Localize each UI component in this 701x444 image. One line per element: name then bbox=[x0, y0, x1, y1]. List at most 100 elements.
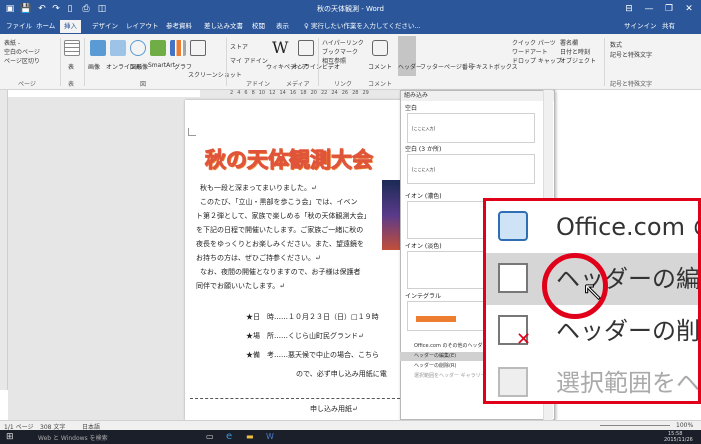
wordart-button[interactable]: ワードアート bbox=[512, 47, 548, 56]
tell-me-input[interactable]: ♀ 実行したい作業を入力してください... bbox=[300, 20, 425, 33]
wikipedia-icon: W bbox=[272, 38, 289, 57]
date-time-button[interactable]: 日付と時刻 bbox=[560, 47, 590, 56]
body-line: 秋も一段と深まってまいりました。↵ bbox=[200, 184, 317, 192]
thumb-text: [ここに入力] bbox=[412, 126, 436, 131]
ruler-number: 6 bbox=[244, 90, 248, 96]
night-sky-image bbox=[382, 180, 402, 250]
signature-line-button[interactable]: 署名欄 bbox=[560, 38, 578, 47]
edge-icon[interactable]: e bbox=[226, 431, 232, 442]
tab-view[interactable]: 表示 bbox=[272, 20, 293, 33]
tab-home[interactable]: ホーム bbox=[32, 20, 59, 33]
hyperlink-button[interactable]: ハイパーリンク bbox=[322, 38, 364, 47]
minimize-button[interactable]: — bbox=[640, 3, 658, 15]
bookmark-button[interactable]: ブックマーク bbox=[322, 47, 358, 56]
task-view-icon[interactable]: ▭ bbox=[206, 432, 214, 441]
windows-start-icon[interactable]: ⊞ bbox=[6, 432, 14, 442]
table-button[interactable]: 表 bbox=[68, 62, 74, 71]
cover-page-button[interactable]: 表紙 - bbox=[4, 38, 20, 47]
clock-date[interactable]: 2015/11/26 bbox=[664, 437, 693, 443]
group-label-links: リンク bbox=[334, 81, 353, 88]
tab-layout[interactable]: レイアウト bbox=[122, 20, 163, 33]
ribbon-display-icon[interactable]: ⊟ bbox=[620, 3, 638, 15]
taskbar: ⊞ Web と Windows を検索 ▭ e ▬ W 15:58 2015/1… bbox=[0, 430, 701, 444]
gallery-entry-blank-three[interactable]: [ここに入力] bbox=[407, 154, 535, 184]
tab-insert[interactable]: 挿入 bbox=[60, 20, 81, 33]
taskbar-search[interactable]: Web と Windows を検索 bbox=[38, 433, 108, 442]
picture-icon bbox=[90, 40, 106, 56]
menu-edit-header[interactable]: ヘッダーの編集(E) bbox=[400, 352, 490, 361]
tab-design[interactable]: デザイン bbox=[88, 20, 122, 33]
integral-bar bbox=[416, 316, 456, 322]
store-button[interactable]: ストア bbox=[230, 42, 248, 51]
close-button[interactable]: ✕ bbox=[680, 3, 698, 15]
blank-page-button[interactable]: 空白のページ bbox=[4, 47, 40, 56]
smartart-button[interactable]: SmartArt bbox=[148, 62, 175, 69]
my-addins-button[interactable]: マイ アドイン bbox=[230, 56, 268, 65]
group-label-media: メディア bbox=[286, 81, 310, 88]
gallery-entry-label: インテグラル bbox=[405, 293, 442, 300]
word-taskbar-icon[interactable]: W bbox=[266, 432, 274, 441]
ruler-number: 8 bbox=[251, 90, 255, 96]
quick-parts-button[interactable]: クイック パーツ bbox=[512, 38, 556, 47]
object-button[interactable]: オブジェクト bbox=[560, 56, 596, 65]
online-video-icon bbox=[298, 40, 314, 56]
tab-review[interactable]: 校閲 bbox=[248, 20, 269, 33]
mouse-cursor-icon: ↖ bbox=[582, 277, 605, 308]
drop-cap-button[interactable]: ドロップ キャップ bbox=[512, 56, 562, 65]
smartart-icon bbox=[150, 40, 166, 56]
menu-save-selection: 選択範囲をヘッダー ギャラリーに保存(S)... bbox=[414, 373, 513, 379]
ribbon: 表紙 - 空白のページ ページ区切り ページ 表 表 画像 オンライン画像 図形… bbox=[0, 34, 701, 90]
word-window: ▣ 💾 ↶ ↷ ▯ ⎙ ◫ 秋の天体観測 - Word ⊟ — ❐ ✕ ファイル… bbox=[0, 0, 701, 444]
zoom-slider[interactable] bbox=[600, 425, 670, 426]
ruler-number: 2 bbox=[230, 90, 234, 96]
tab-file[interactable]: ファイル bbox=[2, 20, 36, 33]
comment-icon bbox=[372, 40, 388, 56]
zoom-row-save: 選択範囲をヘッ bbox=[556, 369, 700, 397]
status-bar: 1/1 ページ 308 文字 日本語 100% bbox=[0, 420, 701, 431]
screenshot-button[interactable]: スクリーンショット bbox=[188, 70, 242, 79]
event-note-line: ★備 考……悪天候で中止の場合、こちら bbox=[246, 351, 379, 359]
zoom-callout: Office.com の ヘッダーの編集( ✕ ヘッダーの削除( 選択範囲をヘッ… bbox=[483, 198, 701, 404]
cut-line bbox=[190, 398, 400, 399]
online-picture-icon bbox=[110, 40, 126, 56]
ruler-numbers: 2 4 6 8 10 12 14 16 18 20 22 24 26 28 29 bbox=[200, 90, 400, 97]
comment-button[interactable]: コメント bbox=[368, 62, 392, 71]
tab-mailings[interactable]: 差し込み文書 bbox=[200, 20, 247, 33]
gallery-entry-label: イオン (濃色) bbox=[405, 193, 442, 200]
table-icon bbox=[64, 40, 80, 56]
zoom-row-office: Office.com の bbox=[556, 213, 701, 241]
gallery-entry-blank[interactable]: [ここに入力] bbox=[407, 113, 535, 143]
header-button[interactable]: ヘッダー bbox=[398, 62, 422, 71]
signin-link[interactable]: サインイン bbox=[620, 20, 661, 33]
ruler-number: 14 bbox=[279, 90, 286, 96]
symbol-button[interactable]: 記号と特殊文字 bbox=[610, 50, 652, 59]
ribbon-separator bbox=[60, 38, 61, 86]
ruler-number: 29 bbox=[362, 90, 369, 96]
menu-more-headers[interactable]: Office.com のその他のヘッダー bbox=[400, 342, 490, 351]
ruler-number: 26 bbox=[341, 90, 349, 96]
ribbon-separator bbox=[318, 38, 319, 86]
gallery-entry-label: イオン (淡色) bbox=[405, 243, 442, 250]
ruler-number: 20 bbox=[310, 90, 317, 96]
tab-references[interactable]: 参考資料 bbox=[162, 20, 196, 33]
textbox-button[interactable]: テキストボックス bbox=[470, 62, 518, 71]
page-break-button[interactable]: ページ区切り bbox=[4, 56, 40, 65]
title-bar: ▣ 💾 ↶ ↷ ▯ ⎙ ◫ 秋の天体観測 - Word ⊟ — ❐ ✕ bbox=[0, 0, 701, 18]
equation-button[interactable]: 数式 bbox=[610, 40, 622, 49]
menu-remove-header[interactable]: ヘッダーの削除(R) bbox=[400, 362, 490, 371]
event-note-line: ので、必ず申し込み用紙に電 bbox=[296, 370, 387, 378]
ribbon-separator bbox=[84, 38, 85, 86]
screenshot-icon bbox=[190, 40, 206, 56]
ruler-number: 4 bbox=[237, 90, 241, 96]
maximize-button[interactable]: ❐ bbox=[660, 3, 678, 15]
body-line: お持ちの方は、ぜひご持参ください。↵ bbox=[196, 254, 321, 262]
cross-reference-button[interactable]: 相互参照 bbox=[322, 56, 346, 65]
footer-button[interactable]: フッター bbox=[420, 62, 444, 71]
zoom-level[interactable]: 100% bbox=[676, 422, 693, 429]
share-button[interactable]: 共有 bbox=[658, 20, 679, 33]
shapes-button[interactable]: 図形 bbox=[130, 62, 142, 71]
body-line: ト第２弾として、家族で楽しめる「秋の天体観測大会」 bbox=[196, 212, 371, 220]
group-label-illustrations: 図 bbox=[140, 81, 147, 88]
explorer-icon[interactable]: ▬ bbox=[246, 432, 254, 441]
picture-button[interactable]: 画像 bbox=[88, 62, 100, 71]
